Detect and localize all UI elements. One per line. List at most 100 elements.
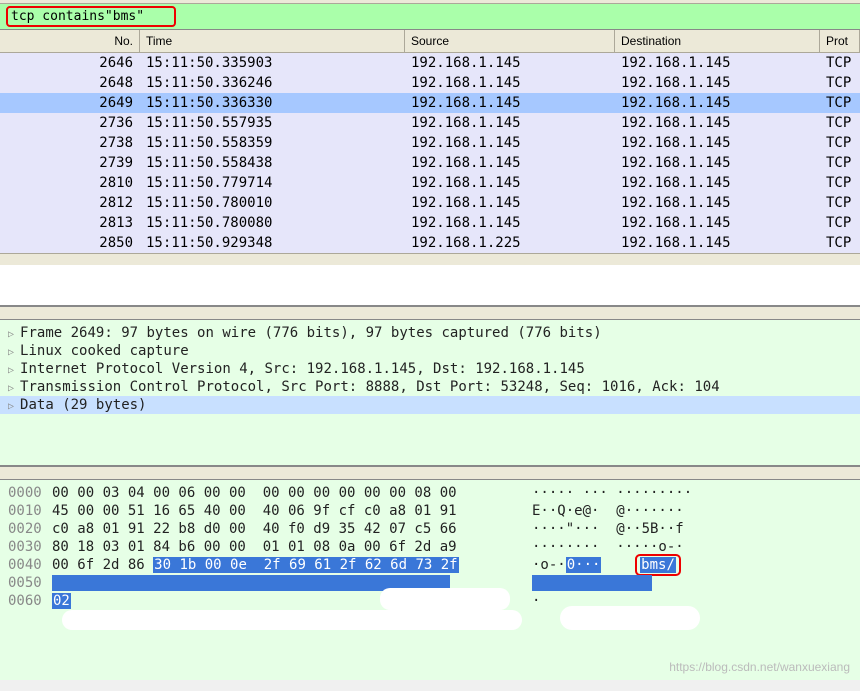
col-header-no[interactable]: No. <box>0 30 140 52</box>
packet-row[interactable]: 273615:11:50.557935192.168.1.145192.168.… <box>0 113 860 133</box>
horizontal-scrollbar[interactable] <box>0 253 860 265</box>
cell-time: 15:11:50.557935 <box>140 113 405 133</box>
ascii-highlight-box: bms/ <box>635 554 681 576</box>
packet-row[interactable]: 285015:11:50.929348192.168.1.225192.168.… <box>0 233 860 253</box>
packet-row[interactable]: 281215:11:50.780010192.168.1.145192.168.… <box>0 193 860 213</box>
cell-destination: 192.168.1.145 <box>615 213 820 233</box>
hex-bytes: 80 18 03 01 84 b6 00 00 01 01 08 0a 00 6… <box>52 539 532 555</box>
hex-bytes: 00 00 03 04 00 06 00 00 00 00 00 00 00 0… <box>52 485 532 501</box>
cell-time: 15:11:50.336330 <box>140 93 405 113</box>
cell-destination: 192.168.1.145 <box>615 193 820 213</box>
cell-protocol: TCP <box>820 233 860 253</box>
cell-no: 2736 <box>0 113 140 133</box>
cell-source: 192.168.1.145 <box>405 73 615 93</box>
cell-no: 2813 <box>0 213 140 233</box>
cell-no: 2812 <box>0 193 140 213</box>
hex-row[interactable]: 0020c0 a8 01 91 22 b8 d0 00 40 f0 d9 35 … <box>8 520 852 538</box>
detail-tree-item[interactable]: Frame 2649: 97 bytes on wire (776 bits),… <box>0 324 860 342</box>
packet-details-pane[interactable]: Frame 2649: 97 bytes on wire (776 bits),… <box>0 320 860 466</box>
packet-list-header: No. Time Source Destination Prot <box>0 30 860 53</box>
detail-tree-item[interactable]: Linux cooked capture <box>0 342 860 360</box>
detail-tree-item[interactable]: Data (29 bytes) <box>0 396 860 414</box>
pane-divider[interactable] <box>0 306 860 320</box>
cell-source: 192.168.1.145 <box>405 113 615 133</box>
detail-tree-item[interactable]: Transmission Control Protocol, Src Port:… <box>0 378 860 396</box>
redaction-overlay <box>560 606 700 630</box>
hex-bytes: 45 00 00 51 16 65 40 00 40 06 9f cf c0 a… <box>52 503 532 519</box>
cell-destination: 192.168.1.145 <box>615 113 820 133</box>
col-header-source[interactable]: Source <box>405 30 615 52</box>
packet-row[interactable]: 273915:11:50.558438192.168.1.145192.168.… <box>0 153 860 173</box>
detail-tree-item[interactable]: Internet Protocol Version 4, Src: 192.16… <box>0 360 860 378</box>
hex-offset: 0020 <box>8 521 52 537</box>
hex-row[interactable]: 001045 00 00 51 16 65 40 00 40 06 9f cf … <box>8 502 852 520</box>
cell-source: 192.168.1.145 <box>405 153 615 173</box>
cell-time: 15:11:50.779714 <box>140 173 405 193</box>
col-header-destination[interactable]: Destination <box>615 30 820 52</box>
cell-protocol: TCP <box>820 73 860 93</box>
cell-protocol: TCP <box>820 213 860 233</box>
cell-no: 2738 <box>0 133 140 153</box>
cell-source: 192.168.1.145 <box>405 93 615 113</box>
hex-offset: 0040 <box>8 557 52 573</box>
hex-offset: 0030 <box>8 539 52 555</box>
cell-source: 192.168.1.145 <box>405 173 615 193</box>
cell-destination: 192.168.1.145 <box>615 133 820 153</box>
redaction-overlay <box>380 588 510 610</box>
hex-ascii: E··Q·e@· @······· <box>532 503 684 519</box>
hex-row[interactable]: 003080 18 03 01 84 b6 00 00 01 01 08 0a … <box>8 538 852 556</box>
cell-source: 192.168.1.225 <box>405 233 615 253</box>
hex-ascii: ····"··· @··5B··f <box>532 521 684 537</box>
cell-time: 15:11:50.929348 <box>140 233 405 253</box>
cell-source: 192.168.1.145 <box>405 133 615 153</box>
cell-time: 15:11:50.335903 <box>140 53 405 73</box>
redaction-overlay <box>62 610 522 630</box>
cell-no: 2850 <box>0 233 140 253</box>
watermark-text: https://blog.csdn.net/wanxuexiang <box>669 660 850 674</box>
pane-divider-2[interactable] <box>0 466 860 480</box>
hex-ascii: · <box>532 593 540 609</box>
cell-time: 15:11:50.780010 <box>140 193 405 213</box>
cell-source: 192.168.1.145 <box>405 193 615 213</box>
packet-bytes-pane[interactable]: 000000 00 03 04 00 06 00 00 00 00 00 00 … <box>0 480 860 680</box>
hex-offset: 0050 <box>8 575 52 591</box>
hex-offset: 0060 <box>8 593 52 609</box>
packet-row[interactable]: 281015:11:50.779714192.168.1.145192.168.… <box>0 173 860 193</box>
cell-source: 192.168.1.145 <box>405 213 615 233</box>
hex-ascii: ····· ··· ········· <box>532 485 692 501</box>
col-header-time[interactable]: Time <box>140 30 405 52</box>
hex-highlight: 02 <box>52 593 71 609</box>
cell-no: 2646 <box>0 53 140 73</box>
col-header-protocol[interactable]: Prot <box>820 30 860 52</box>
hex-highlight: 30 1b 00 0e 2f 69 61 2f 62 6d 73 2f <box>153 557 458 573</box>
hex-ascii: ·o-·0··· bms/ <box>532 557 681 573</box>
hex-row[interactable]: 0040 00 6f 2d 86 30 1b 00 0e 2f 69 61 2f… <box>8 556 852 574</box>
cell-protocol: TCP <box>820 193 860 213</box>
packet-row[interactable]: 264615:11:50.335903192.168.1.145192.168.… <box>0 53 860 73</box>
packet-row[interactable]: 273815:11:50.558359192.168.1.145192.168.… <box>0 133 860 153</box>
packet-list-pane[interactable]: No. Time Source Destination Prot 264615:… <box>0 30 860 306</box>
cell-protocol: TCP <box>820 133 860 153</box>
cell-no: 2648 <box>0 73 140 93</box>
cell-time: 15:11:50.780080 <box>140 213 405 233</box>
hex-row[interactable]: 000000 00 03 04 00 06 00 00 00 00 00 00 … <box>8 484 852 502</box>
hex-offset: 0010 <box>8 503 52 519</box>
cell-time: 15:11:50.558359 <box>140 133 405 153</box>
cell-destination: 192.168.1.145 <box>615 233 820 253</box>
cell-no: 2649 <box>0 93 140 113</box>
cell-protocol: TCP <box>820 53 860 73</box>
packet-row[interactable]: 264915:11:50.336330192.168.1.145192.168.… <box>0 93 860 113</box>
hex-bytes: c0 a8 01 91 22 b8 d0 00 40 f0 d9 35 42 0… <box>52 521 532 537</box>
display-filter-input[interactable] <box>11 9 171 24</box>
hex-bytes: 00 6f 2d 86 30 1b 00 0e 2f 69 61 2f 62 6… <box>52 557 532 573</box>
cell-time: 15:11:50.336246 <box>140 73 405 93</box>
cell-no: 2810 <box>0 173 140 193</box>
hex-offset: 0000 <box>8 485 52 501</box>
cell-source: 192.168.1.145 <box>405 53 615 73</box>
cell-protocol: TCP <box>820 153 860 173</box>
cell-time: 15:11:50.558438 <box>140 153 405 173</box>
filter-highlight-box <box>6 6 176 27</box>
packet-row[interactable]: 264815:11:50.336246192.168.1.145192.168.… <box>0 73 860 93</box>
packet-row[interactable]: 281315:11:50.780080192.168.1.145192.168.… <box>0 213 860 233</box>
display-filter-bar[interactable] <box>0 4 860 30</box>
